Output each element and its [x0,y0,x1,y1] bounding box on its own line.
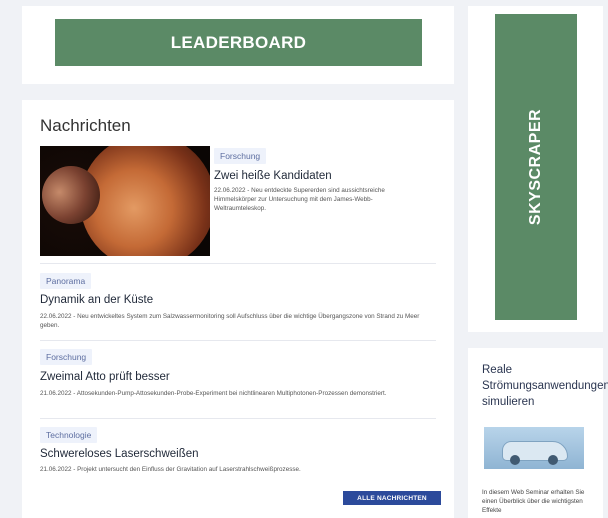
skyscraper-ad-label: SKYSCRAPER [527,108,545,226]
news-item-teaser: 21.06.2022 - Projekt untersucht den Einf… [40,466,301,473]
featured-news-image[interactable] [40,146,210,256]
news-item-tag[interactable]: Forschung [40,349,93,365]
featured-news-teaser: 22.06.2022 - Neu entdeckte Supererden si… [214,187,385,212]
news-item-headline[interactable]: Dynamik an der Küste [40,294,153,306]
featured-news-headline[interactable]: Zwei heiße Kandidaten [214,170,332,182]
leaderboard-ad-container: LEADERBOARD [22,6,454,84]
news-section: Nachrichten Forschung Zwei heiße Kandida… [22,100,454,518]
divider [40,263,436,264]
divider [40,418,436,419]
news-item-tag[interactable]: Panorama [40,273,92,289]
skyscraper-ad-container: SKYSCRAPER [468,6,603,332]
skyscraper-ad[interactable]: SKYSCRAPER [495,14,577,320]
leaderboard-ad-label: LEADERBOARD [170,32,307,52]
news-item-tag[interactable]: Technologie [40,427,98,443]
promo-title[interactable]: Reale Strömungsanwendungen simulieren [482,362,608,410]
all-news-button[interactable]: ALLE NACHRICHTEN [343,491,441,505]
promo-image[interactable] [484,427,584,469]
planet-graphic [80,146,210,256]
promo-card[interactable]: Reale Strömungsanwendungen simulieren In… [468,348,608,518]
wheel-icon [548,455,558,465]
divider [40,340,436,341]
news-item-headline[interactable]: Schwereloses Laserschweißen [40,448,199,460]
leaderboard-ad[interactable]: LEADERBOARD [55,19,422,66]
promo-text: In diesem Web Seminar erhalten Sie einen… [482,489,585,514]
news-item-teaser: 21.06.2022 - Attosekunden-Pump-Attosekun… [40,390,387,397]
news-section-title: Nachrichten [40,116,131,135]
news-item-headline[interactable]: Zweimal Atto prüft besser [40,371,170,383]
moon-graphic [42,166,100,224]
wheel-icon [510,455,520,465]
featured-news-tag[interactable]: Forschung [214,148,267,164]
news-item-teaser: 22.06.2022 - Neu entwickeltes System zum… [40,313,420,329]
